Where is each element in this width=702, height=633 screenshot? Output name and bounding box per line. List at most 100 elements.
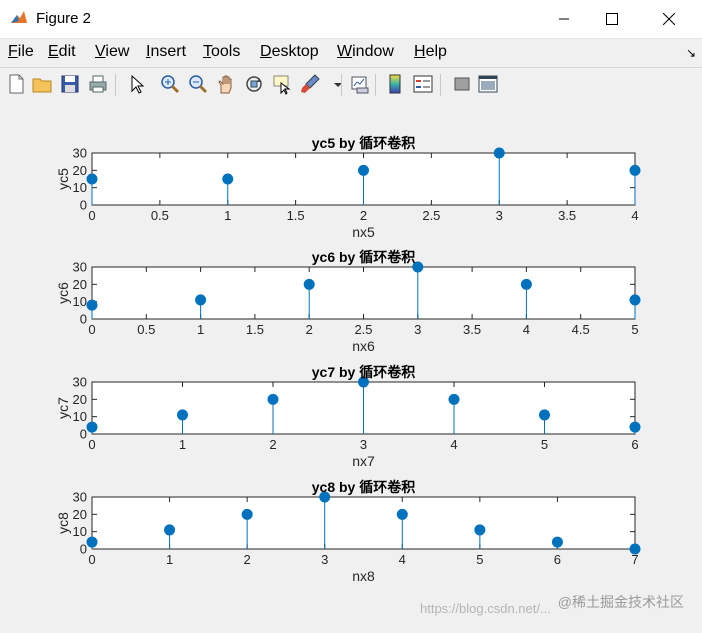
show-plot-tools-icon — [478, 75, 498, 93]
maximize-icon — [606, 13, 618, 25]
x-tick-label: 0 — [88, 208, 95, 223]
toolbar-separator — [375, 74, 376, 96]
stem-marker — [629, 164, 641, 176]
data-cursor-icon — [273, 75, 291, 95]
x-tick-label: 2 — [306, 322, 313, 337]
dropdown-arrow-button[interactable] — [327, 73, 342, 95]
stem-marker — [448, 393, 460, 405]
colorbar-button[interactable] — [384, 73, 406, 95]
x-tick-label: 4 — [450, 437, 457, 452]
brush-button[interactable] — [299, 73, 321, 95]
y-tick-label: 20 — [73, 392, 87, 407]
dock-arrow-icon[interactable]: ↘ — [686, 46, 696, 60]
show-plot-tools-button[interactable] — [477, 73, 499, 95]
x-axis-label: nx6 — [352, 338, 375, 354]
x-tick-label: 1 — [179, 437, 186, 452]
stem-marker — [551, 536, 563, 548]
stem-marker — [86, 173, 98, 185]
save-button[interactable] — [59, 73, 81, 95]
save-icon — [61, 75, 79, 93]
y-tick-label: 10 — [73, 409, 87, 424]
x-tick-label: 4 — [399, 552, 406, 567]
menu-file[interactable]: File — [8, 43, 34, 61]
window-title: Figure 2 — [36, 10, 92, 27]
x-tick-label: 1 — [197, 322, 204, 337]
plot-title: yc7 by 循环卷积 — [312, 364, 415, 380]
y-axis-label: yc8 — [55, 512, 71, 534]
x-tick-label: 1 — [166, 552, 173, 567]
x-tick-label: 6 — [631, 437, 638, 452]
x-tick-label: 4 — [631, 208, 638, 223]
figure-toolbar — [0, 67, 702, 103]
y-tick-label: 0 — [80, 427, 87, 442]
print-button[interactable] — [87, 73, 109, 95]
zoom-in-icon — [161, 75, 180, 94]
stem-marker — [539, 409, 550, 421]
stem-marker — [177, 409, 188, 421]
stem-marker — [629, 543, 641, 555]
pan-hand-icon — [218, 75, 232, 94]
legend-icon — [413, 75, 433, 93]
x-tick-label: 3 — [414, 322, 421, 337]
y-tick-label: 30 — [73, 490, 87, 505]
zoom-out-icon — [189, 75, 208, 94]
x-tick-label: 0 — [88, 437, 95, 452]
link-plot-button[interactable] — [349, 73, 371, 95]
plots-svg: 01020300 0.5 1 1.5 2 2.5 3 3.5 4yc5 by 循环卷积nx5yc… — [55, 135, 641, 584]
x-tick-label: 1.5 — [246, 322, 264, 337]
x-tick-label: 2 — [360, 208, 367, 223]
x-tick-label: 0.5 — [151, 208, 169, 223]
x-tick-label: 5 — [476, 552, 483, 567]
x-tick-label: 3.5 — [558, 208, 576, 223]
x-axis-label: nx5 — [352, 224, 375, 240]
stem-marker — [86, 536, 98, 548]
y-tick-label: 10 — [73, 524, 87, 539]
x-tick-label: 2.5 — [354, 322, 372, 337]
x-axis-label: nx8 — [352, 568, 375, 584]
hide-plot-tools-button[interactable] — [451, 73, 473, 95]
y-tick-label: 20 — [73, 163, 87, 178]
x-tick-label: 2.5 — [422, 208, 440, 223]
menu-desktop[interactable]: Desktop — [260, 43, 319, 61]
stem-marker — [195, 294, 207, 306]
stem-marker — [520, 278, 532, 290]
menu-insert[interactable]: Insert — [146, 43, 186, 61]
toolbar-separator — [115, 74, 116, 96]
data-cursor-button[interactable] — [271, 73, 293, 95]
y-tick-label: 0 — [80, 542, 87, 557]
rotate-3d-button[interactable] — [243, 73, 265, 95]
open-file-button[interactable] — [31, 73, 53, 95]
maximize-button[interactable] — [589, 0, 635, 38]
menu-tools[interactable]: Tools — [203, 43, 240, 61]
x-tick-label: 4.5 — [572, 322, 590, 337]
close-icon — [663, 13, 675, 25]
select-arrow-icon — [131, 74, 145, 94]
x-tick-label: 1.5 — [287, 208, 305, 223]
y-tick-label: 10 — [73, 180, 87, 195]
menu-view[interactable]: View — [95, 43, 129, 61]
new-figure-icon — [9, 74, 24, 94]
axes-box — [91, 266, 636, 320]
select-arrow-button[interactable] — [126, 73, 148, 95]
x-tick-label: 2 — [244, 552, 251, 567]
dropdown-arrow-icon — [334, 83, 342, 87]
zoom-in-button[interactable] — [159, 73, 181, 95]
y-tick-label: 0 — [80, 198, 87, 213]
close-button[interactable] — [646, 0, 692, 38]
y-tick-label: 30 — [73, 375, 87, 390]
y-axis-label: yc5 — [55, 168, 71, 190]
stem-marker — [629, 294, 641, 306]
stem-marker — [493, 147, 505, 159]
new-figure-button[interactable] — [5, 73, 27, 95]
menu-edit[interactable]: Edit — [48, 43, 76, 61]
menu-help[interactable]: Help — [414, 43, 447, 61]
stem-marker — [86, 421, 98, 433]
legend-button[interactable] — [412, 73, 434, 95]
minimize-icon — [559, 18, 569, 20]
zoom-out-button[interactable] — [187, 73, 209, 95]
menu-window[interactable]: Window — [337, 43, 394, 61]
csdn-watermark: https://blog.csdn.net/... — [420, 601, 551, 616]
pan-hand-button[interactable] — [215, 73, 237, 95]
open-file-icon — [32, 78, 52, 93]
minimize-button[interactable] — [541, 0, 587, 38]
